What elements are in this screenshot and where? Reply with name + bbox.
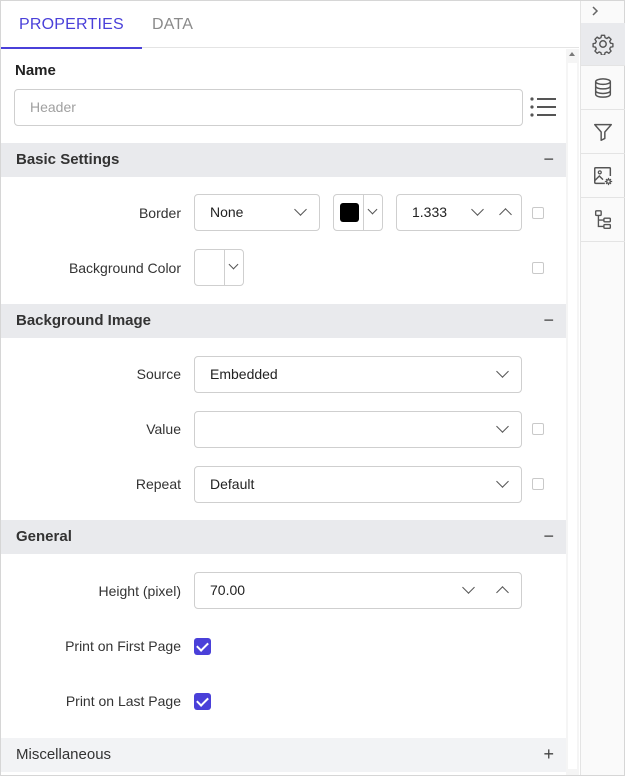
database-icon — [594, 78, 612, 98]
divider — [363, 195, 364, 230]
section-basic-settings[interactable]: Basic Settings − — [1, 143, 566, 177]
name-label: Name — [15, 62, 56, 79]
tree-structure-icon — [594, 210, 612, 229]
repeat-label: Repeat — [135, 476, 181, 492]
vertical-scrollbar[interactable] — [566, 49, 579, 775]
section-title: Miscellaneous — [16, 746, 112, 763]
decrement-icon[interactable] — [471, 203, 484, 216]
expand-toggle[interactable]: + — [543, 738, 554, 770]
sidebar-item-data[interactable] — [581, 67, 625, 110]
section-general[interactable]: General − — [1, 520, 566, 554]
section-miscellaneous[interactable]: Miscellaneous + — [1, 738, 566, 772]
print-first-page-label: Print on First Page — [65, 638, 181, 654]
background-color-expression-checkbox[interactable] — [532, 262, 544, 274]
border-label: Border — [138, 205, 181, 221]
chevron-right-icon — [592, 6, 599, 16]
divider — [224, 250, 225, 285]
name-input[interactable]: Header — [14, 89, 523, 126]
background-color-picker[interactable] — [194, 249, 244, 286]
image-settings-icon — [594, 167, 613, 186]
sidebar-item-properties[interactable] — [581, 23, 625, 66]
chevron-down-icon — [496, 475, 509, 488]
chevron-down-icon — [367, 204, 378, 215]
repeat-expression-checkbox[interactable] — [532, 478, 544, 490]
source-label: Source — [136, 366, 181, 382]
value-label: Value — [146, 421, 181, 437]
section-background-image[interactable]: Background Image − — [1, 304, 566, 338]
collapse-toggle[interactable]: − — [543, 304, 554, 336]
collapse-toggle[interactable]: − — [543, 520, 554, 552]
properties-content: Name Header Basic Settings − Border None… — [1, 49, 566, 775]
chevron-down-icon — [496, 420, 509, 433]
decrement-icon[interactable] — [462, 581, 475, 594]
scroll-up-icon[interactable] — [569, 52, 575, 56]
sidebar-item-structure[interactable] — [581, 199, 625, 242]
chevron-down-icon — [228, 259, 239, 270]
sidebar-item-image-settings[interactable] — [581, 155, 625, 198]
height-stepper[interactable]: 70.00 — [194, 572, 522, 609]
list-icon[interactable] — [529, 96, 557, 118]
border-style-dropdown[interactable]: None — [194, 194, 320, 231]
border-width-stepper[interactable]: 1.333 — [396, 194, 522, 231]
print-last-page-label: Print on Last Page — [65, 693, 181, 709]
section-title: General — [16, 528, 72, 545]
border-color-picker[interactable] — [333, 194, 383, 231]
chevron-down-icon — [294, 203, 307, 216]
height-value: 70.00 — [210, 582, 246, 598]
chevron-down-icon — [496, 365, 509, 378]
scrollbar-thumb[interactable] — [568, 63, 577, 769]
section-title: Basic Settings — [16, 151, 120, 168]
value-expression-checkbox[interactable] — [532, 423, 544, 435]
repeat-value: Default — [210, 476, 255, 492]
source-value: Embedded — [210, 366, 278, 382]
tab-data[interactable]: DATA — [134, 1, 211, 48]
collapse-toggle[interactable]: − — [543, 143, 554, 175]
print-last-page-checkbox[interactable] — [194, 693, 211, 710]
filter-icon — [594, 123, 612, 141]
print-first-page-checkbox[interactable] — [194, 638, 211, 655]
value-dropdown[interactable] — [194, 411, 522, 448]
border-width-value: 1.333 — [412, 204, 448, 220]
gear-icon — [592, 34, 614, 55]
increment-icon[interactable] — [496, 586, 509, 599]
repeat-dropdown[interactable]: Default — [194, 466, 522, 503]
property-sidebar — [580, 1, 625, 775]
border-style-value: None — [210, 204, 244, 220]
tab-bar: PROPERTIES DATA — [1, 1, 579, 49]
sidebar-item-filter[interactable] — [581, 111, 625, 154]
source-dropdown[interactable]: Embedded — [194, 356, 522, 393]
increment-icon[interactable] — [499, 208, 512, 221]
color-swatch — [340, 203, 359, 222]
height-label: Height (pixel) — [98, 583, 181, 599]
background-color-label: Background Color — [68, 260, 181, 276]
tab-properties[interactable]: PROPERTIES — [1, 1, 142, 49]
border-expression-checkbox[interactable] — [532, 207, 544, 219]
collapse-panel-button[interactable] — [581, 1, 625, 23]
section-title: Background Image — [16, 312, 152, 329]
